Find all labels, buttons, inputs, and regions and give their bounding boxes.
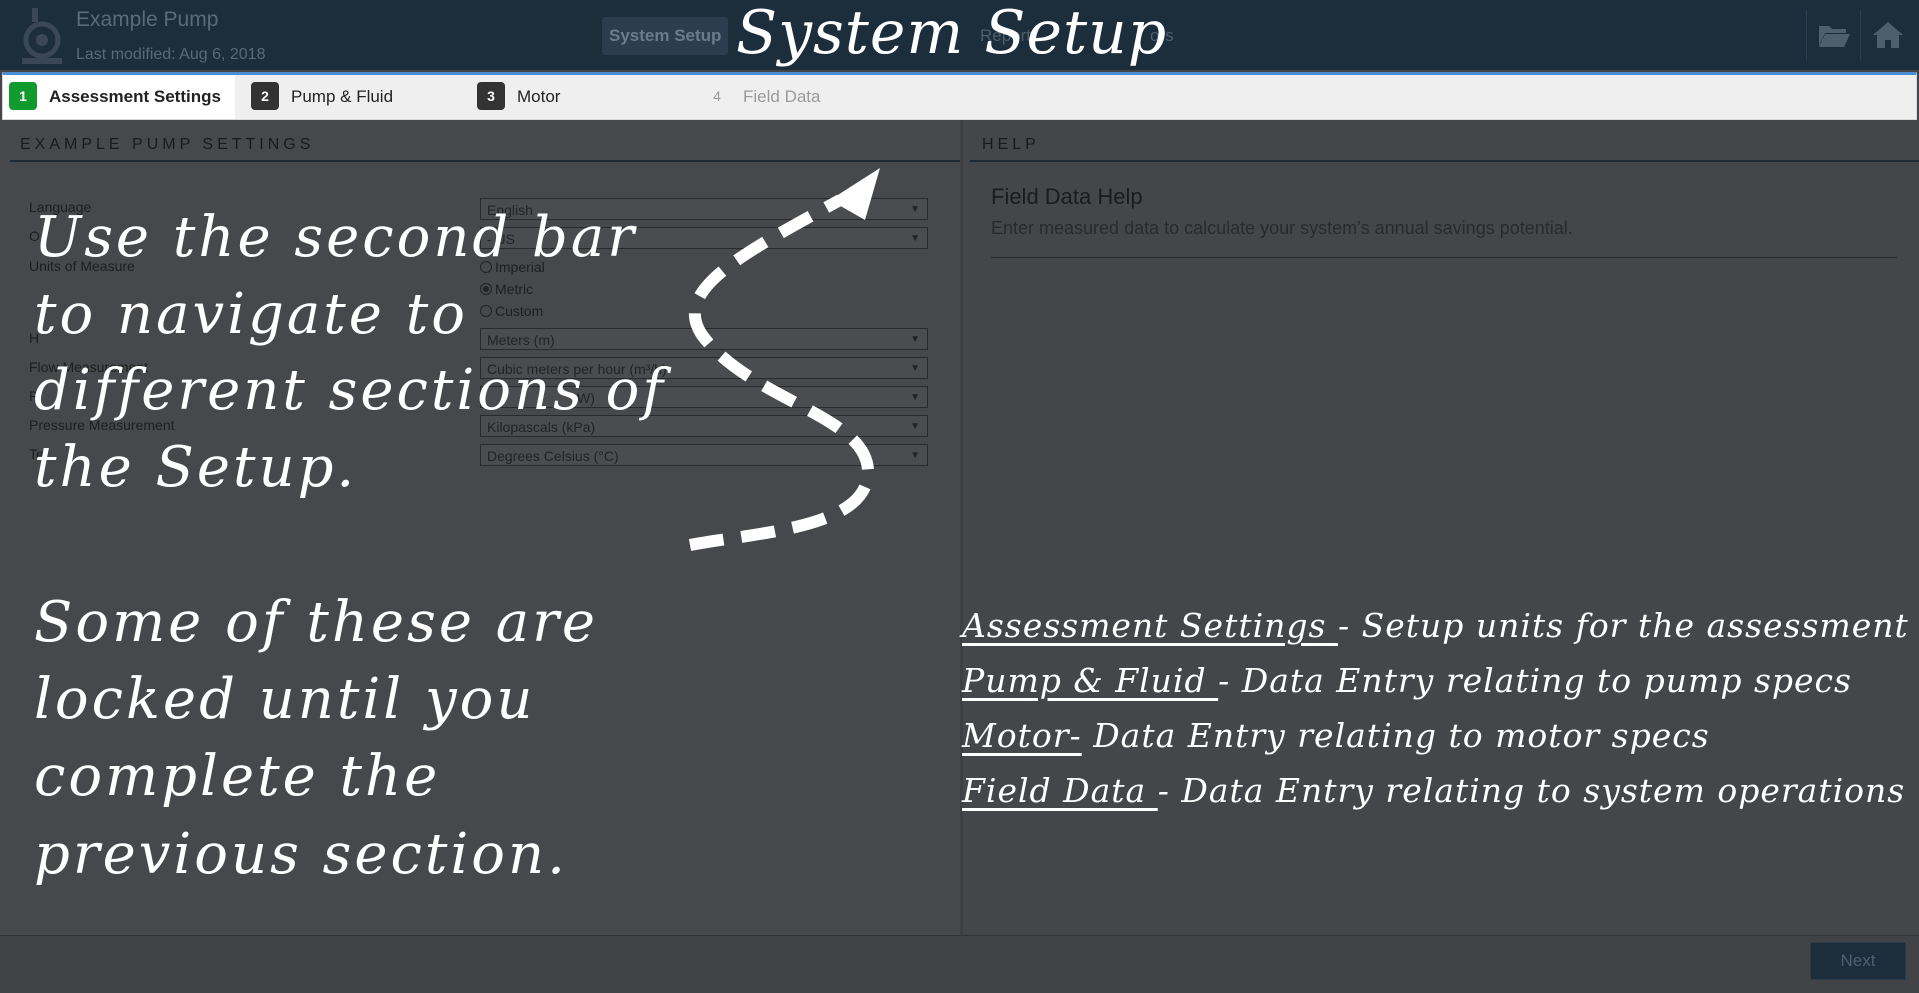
legend-desc: - Data Entry relating to pump specs	[1218, 661, 1852, 700]
next-button[interactable]: Next	[1810, 942, 1906, 980]
annotation-line: different sections of	[34, 358, 667, 423]
step-number: 2	[251, 81, 279, 110]
help-panel-heading: HELP	[970, 136, 1919, 162]
legend-field-data: Field Data - Data Entry relating to syst…	[962, 771, 1905, 810]
annotation-line: locked until you	[34, 667, 536, 732]
chevron-down-icon: ▼	[910, 334, 920, 345]
step-number: 1	[9, 81, 37, 110]
chevron-down-icon: ▼	[910, 363, 920, 374]
annotation-line: complete the	[34, 744, 441, 809]
legend-pump-fluid: Pump & Fluid - Data Entry relating to pu…	[962, 661, 1852, 700]
step-label: Field Data	[743, 87, 821, 106]
chevron-down-icon: ▼	[910, 204, 920, 215]
radio-metric[interactable]: Metric	[480, 281, 533, 297]
help-title: Field Data Help	[991, 184, 1143, 209]
annotation-line: Use the second bar	[34, 205, 638, 270]
overlay-title: System Setup	[736, 0, 1168, 68]
annotation-line: previous section.	[34, 822, 568, 887]
dashed-arrow-icon	[688, 168, 880, 551]
step-motor[interactable]: 3 Motor	[477, 75, 560, 119]
annotation-line: to navigate to	[34, 282, 468, 347]
step-field-data: 4 Field Data	[703, 75, 820, 119]
legend-term: Assessment Settings	[962, 606, 1338, 645]
tab-system-setup[interactable]: System Setup	[602, 17, 729, 55]
pump-logo-icon	[22, 8, 62, 64]
app-title: Example Pump	[76, 8, 219, 31]
legend-desc: Data Entry relating to motor specs	[1081, 716, 1710, 755]
help-text: Enter measured data to calculate your sy…	[991, 218, 1573, 238]
step-label: Pump & Fluid	[291, 87, 394, 106]
step-number: 3	[477, 81, 505, 110]
setup-step-bar: 1 Assessment Settings 2 Pump & Fluid 3 Moto…	[2, 72, 1917, 120]
chevron-down-icon: ▼	[910, 421, 920, 432]
legend-desc: - Setup units for the assessment	[1337, 606, 1909, 645]
chevron-down-icon: ▼	[910, 450, 920, 461]
legend-term: Motor-	[962, 716, 1082, 755]
panel-divider	[960, 120, 963, 936]
legend-motor: Motor- Data Entry relating to motor spec…	[962, 716, 1710, 755]
radio-selected-icon	[480, 283, 492, 295]
radio-label: Custom	[495, 303, 544, 319]
folder-icon	[1819, 26, 1850, 47]
step-pump-fluid[interactable]: 2 Pump & Fluid	[251, 75, 393, 119]
radio-custom[interactable]: Custom	[480, 303, 543, 319]
footer-bar	[0, 935, 1919, 993]
legend-assessment-settings: Assessment Settings - Setup units for th…	[962, 606, 1909, 645]
step-number: 4	[713, 87, 721, 104]
radio-icon	[480, 305, 492, 317]
last-modified-text: Last modified: Aug 6, 2018	[76, 46, 266, 63]
legend-term: Field Data	[962, 771, 1158, 810]
step-assessment-settings[interactable]: 1 Assessment Settings	[3, 75, 235, 119]
legend-term: Pump & Fluid	[962, 661, 1219, 700]
step-label: Assessment Settings	[49, 87, 221, 106]
step-label: Motor	[517, 87, 561, 106]
annotation-line: the Setup.	[34, 435, 358, 500]
chevron-down-icon: ▼	[910, 233, 920, 244]
open-folder-button[interactable]	[1806, 10, 1857, 60]
head-value: Meters (m)	[487, 332, 555, 348]
home-button[interactable]	[1860, 10, 1911, 60]
home-icon	[1873, 22, 1903, 48]
annotation-line: Some of these are	[34, 590, 599, 655]
help-divider	[991, 257, 1897, 258]
temperature-value: Degrees Celsius (°C)	[487, 448, 619, 464]
settings-panel-heading: EXAMPLE PUMP SETTINGS	[10, 136, 960, 162]
legend-desc: - Data Entry relating to system operatio…	[1157, 771, 1906, 810]
chevron-down-icon: ▼	[910, 392, 920, 403]
radio-label: Metric	[495, 281, 534, 297]
